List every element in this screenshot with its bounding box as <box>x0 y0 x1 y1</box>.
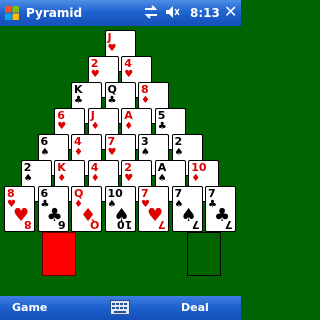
card-suit-icon: ♠ <box>157 173 167 184</box>
volume-icon[interactable] <box>164 4 180 20</box>
card-rank-inverted: 7 <box>225 218 233 231</box>
card-rank-inverted: 8 <box>24 218 32 231</box>
card-suit-icon: ♠ <box>174 147 184 158</box>
windows-start-icon[interactable] <box>4 5 20 21</box>
card-suit-icon: ♥ <box>107 147 117 158</box>
title-bar: Pyramid 8:13 ✕ <box>0 0 241 26</box>
card-rank-inverted: 10 <box>117 218 133 231</box>
card-suit-icon: ♦ <box>74 147 83 158</box>
card-suit-icon: ♦ <box>57 173 67 184</box>
card-suit-icon: ♣ <box>74 95 83 106</box>
close-button[interactable]: ✕ <box>224 2 237 22</box>
deal-button[interactable]: Deal <box>181 301 209 315</box>
card-suit-icon: ♦ <box>191 173 201 184</box>
card-rank-inverted: 7 <box>158 218 166 231</box>
card-suit-icon: ♣ <box>107 95 117 106</box>
card-suit-icon: ♦ <box>90 121 100 132</box>
card-suit-icon: ♦ <box>124 121 134 132</box>
card-suit-icon: ♣ <box>157 121 167 132</box>
card-suit-icon: ♦ <box>141 95 150 106</box>
card-suit-icon: ♥ <box>124 173 134 184</box>
card-suit-icon: ♥ <box>107 43 117 54</box>
pyramid-card[interactable]: 7 ♠ ♠ 7 <box>171 186 203 232</box>
card-suit-icon: ♦ <box>90 173 100 184</box>
clock[interactable]: 8:13 <box>190 5 220 21</box>
card-suit-icon: ♠ <box>141 147 150 158</box>
window-title: Pyramid <box>26 6 83 20</box>
card-suit-icon: ♥ <box>57 121 67 132</box>
pyramid-card[interactable]: 8 ♥ ♥ 8 <box>4 186 35 232</box>
card-rank-inverted: 7 <box>191 218 200 231</box>
game-menu-button[interactable]: Game <box>12 301 47 315</box>
card-suit-icon: ♥ <box>90 69 100 80</box>
card-rank-inverted: 6 <box>57 218 66 231</box>
card-suit-icon: ♠ <box>23 173 33 184</box>
keyboard-icon[interactable] <box>110 300 130 315</box>
pyramid-card[interactable]: Q ♦ ♦ Q <box>71 186 102 232</box>
pyramid-card[interactable]: 7 ♣ ♣ 7 <box>205 186 236 232</box>
connectivity-icon[interactable] <box>143 4 159 20</box>
pyramid-card[interactable]: 10 ♠ ♠ 10 <box>104 186 136 232</box>
pyramid-card[interactable]: 7 ♥ ♥ 7 <box>138 186 169 232</box>
card-rank-inverted: Q <box>89 218 99 231</box>
waste-pile[interactable] <box>187 232 221 276</box>
pyramid-card[interactable]: 6 ♣ ♣ 6 <box>37 186 69 232</box>
menu-bar: Game Deal <box>0 296 241 320</box>
card-suit-icon: ♠ <box>40 147 50 158</box>
stock-pile[interactable] <box>42 232 76 276</box>
card-suit-icon: ♥ <box>124 69 134 80</box>
